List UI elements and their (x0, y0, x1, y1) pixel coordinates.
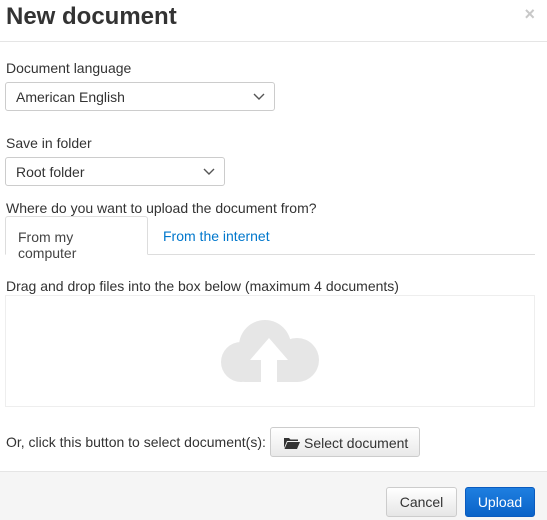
select-document-prompt: Or, click this button to select document… (6, 434, 266, 450)
save-folder-select[interactable]: Root folder (5, 157, 225, 186)
chevron-down-icon (253, 93, 265, 100)
close-icon[interactable]: × (524, 5, 535, 23)
cloud-upload-icon (221, 320, 319, 382)
save-folder-label: Save in folder (6, 135, 92, 151)
upload-button[interactable]: Upload (465, 487, 535, 517)
dialog-footer: Cancel Upload (0, 471, 547, 520)
select-document-label: Select document (304, 435, 409, 451)
cancel-button[interactable]: Cancel (386, 487, 457, 517)
folder-open-icon (284, 438, 300, 449)
document-language-value: American English (16, 89, 125, 105)
document-language-select[interactable]: American English (5, 82, 275, 111)
dropzone-instructions: Drag and drop files into the box below (… (6, 278, 399, 294)
dialog-title: New document (6, 3, 177, 30)
tab-from-my-computer[interactable]: From my computer (5, 216, 148, 261)
document-language-label: Document language (6, 60, 132, 76)
chevron-down-icon (203, 168, 215, 175)
select-document-button[interactable]: Select document (270, 427, 420, 457)
tab-from-the-internet[interactable]: From the internet (151, 216, 282, 254)
dialog-header: New document × (0, 0, 547, 42)
save-folder-value: Root folder (16, 164, 85, 180)
file-dropzone[interactable] (5, 295, 535, 407)
upload-source-tabs: From my computer From the internet (5, 216, 535, 261)
upload-source-question: Where do you want to upload the document… (6, 200, 317, 216)
